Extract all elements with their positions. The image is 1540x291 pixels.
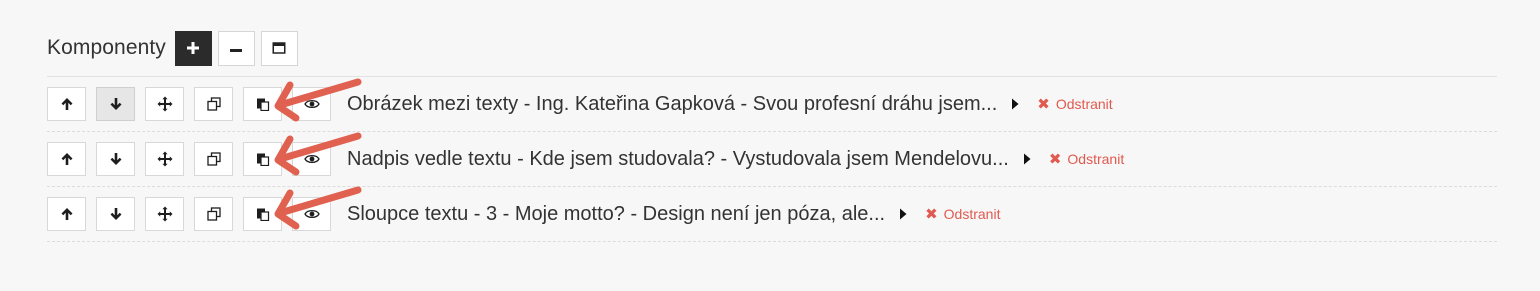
components-header: Komponenty [47,28,1497,68]
move-icon [157,96,172,112]
duplicate-button[interactable] [194,87,233,121]
clone-icon [206,207,221,221]
arrow-up-icon [61,98,72,110]
clone-icon [206,152,221,166]
visibility-toggle[interactable] [292,87,331,121]
x-icon: ✖ [1048,150,1062,168]
eye-icon [303,209,320,219]
arrow-up-icon [61,153,72,165]
plus-icon [187,42,200,54]
paste-button[interactable] [243,197,282,231]
remove-component-button[interactable]: ✖ Odstranit [925,206,1000,222]
visibility-toggle[interactable] [292,142,331,176]
visibility-toggle[interactable] [292,197,331,231]
drag-handle[interactable] [145,142,184,176]
duplicate-button[interactable] [194,197,233,231]
component-row: Sloupce textu - 3 - Moje motto? - Design… [47,187,1497,242]
component-title[interactable]: Nadpis vedle textu - Kde jsem studovala?… [347,148,1009,171]
x-icon: ✖ [1037,95,1050,113]
window-icon [272,42,286,54]
component-row: Nadpis vedle textu - Kde jsem studovala?… [47,132,1497,187]
drag-handle[interactable] [145,197,184,231]
move-icon [157,206,172,222]
move-down-button[interactable] [96,87,135,121]
remove-component-button[interactable]: ✖ Odstranit [1037,96,1112,112]
caret-right-icon [900,208,907,220]
collapse-all-button[interactable] [217,30,255,66]
eye-icon [303,154,320,164]
paste-icon [256,98,269,111]
component-list: Obrázek mezi texty - Ing. Kateřina Gapko… [47,77,1497,242]
paste-button[interactable] [243,142,282,176]
components-panel: Komponenty Obrázek mezi texty - Ing. Kat… [47,28,1497,242]
caret-right-icon [1012,98,1019,110]
move-icon [157,151,172,167]
move-up-button[interactable] [47,142,86,176]
move-down-button[interactable] [96,142,135,176]
minus-icon [230,49,243,52]
remove-label: Odstranit [1055,96,1113,112]
component-row: Obrázek mezi texty - Ing. Kateřina Gapko… [47,77,1497,132]
move-down-button[interactable] [96,197,135,231]
remove-component-button[interactable]: ✖ Odstranit [1049,151,1124,167]
paste-icon [256,153,269,166]
arrow-down-icon [110,153,121,165]
arrow-up-icon [61,208,72,220]
caret-right-icon [1023,153,1031,165]
expand-all-button[interactable] [260,30,298,66]
duplicate-button[interactable] [194,142,233,176]
expand-row-button[interactable] [1007,94,1023,114]
components-title: Komponenty [47,36,166,59]
x-icon: ✖ [925,205,938,223]
move-up-button[interactable] [47,87,86,121]
paste-icon [256,208,269,221]
component-title[interactable]: Sloupce textu - 3 - Moje motto? - Design… [347,203,885,226]
expand-row-button[interactable] [1019,149,1035,169]
expand-row-button[interactable] [895,204,911,224]
component-title[interactable]: Obrázek mezi texty - Ing. Kateřina Gapko… [347,93,997,116]
remove-label: Odstranit [943,206,1001,222]
drag-handle[interactable] [145,87,184,121]
clone-icon [206,97,221,111]
remove-label: Odstranit [1067,151,1125,167]
eye-icon [303,99,320,109]
arrow-down-icon [110,208,121,220]
add-component-button[interactable] [174,30,212,66]
paste-button[interactable] [243,87,282,121]
arrow-down-icon [110,98,121,110]
move-up-button[interactable] [47,197,86,231]
